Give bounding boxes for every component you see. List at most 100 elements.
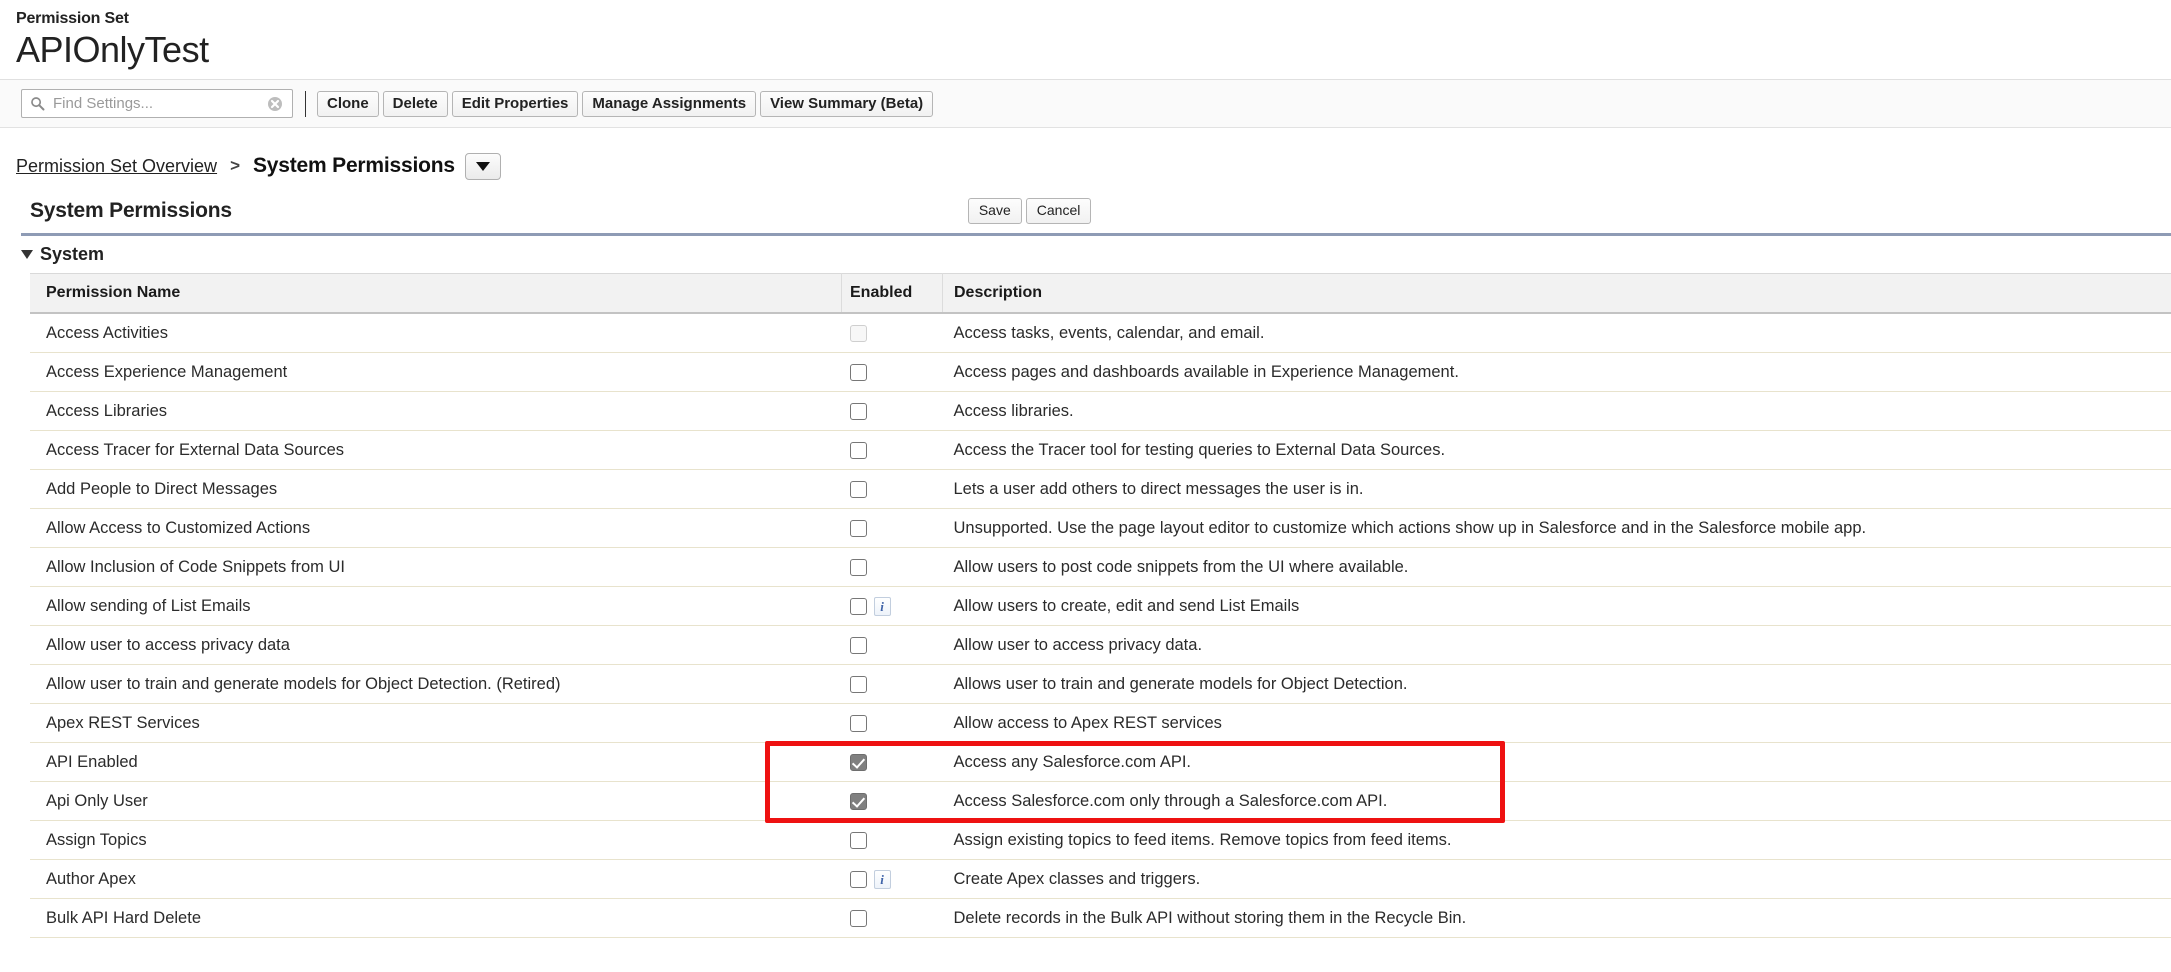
delete-button[interactable]: Delete: [382, 90, 448, 117]
table-row: Allow Access to Customized Actions Unsupp…: [30, 508, 2171, 548]
section-title: System Permissions: [30, 199, 232, 222]
permissions-table-wrap: Permission Name Enabled Description Acce…: [30, 273, 2171, 938]
find-settings-search[interactable]: [21, 89, 293, 118]
permission-name-cell: Access Libraries: [30, 391, 842, 431]
checkbox-wrap: [849, 441, 943, 459]
enabled-checkbox[interactable]: [849, 792, 867, 810]
permission-name-cell: Apex REST Services: [30, 703, 842, 743]
table-row: Access Libraries Access libraries.: [30, 391, 2171, 431]
enabled-cell: [841, 313, 943, 353]
view-summary-beta-button[interactable]: View Summary (Beta): [760, 90, 934, 117]
checkbox-wrap: [849, 324, 943, 342]
permission-name-cell: Allow user to access privacy data: [30, 625, 842, 665]
breadcrumb-separator: >: [230, 156, 240, 175]
clone-button[interactable]: Clone: [317, 90, 379, 117]
permission-name-cell: Author Apex: [30, 859, 842, 899]
search-input[interactable]: [45, 95, 267, 112]
permission-name-cell: Bulk API Hard Delete: [30, 898, 842, 938]
enabled-checkbox[interactable]: [849, 870, 867, 888]
description-cell: Assign existing topics to feed items. Re…: [942, 820, 2171, 860]
column-header-permission-name[interactable]: Permission Name: [30, 273, 842, 314]
enabled-checkbox[interactable]: [849, 558, 867, 576]
enabled-cell: [841, 508, 943, 548]
enabled-checkbox[interactable]: [849, 402, 867, 420]
permission-name-cell: API Enabled: [30, 742, 842, 782]
column-header-description[interactable]: Description: [942, 273, 2171, 314]
permission-name-cell: Allow sending of List Emails: [30, 586, 842, 626]
group-label: System: [40, 244, 105, 264]
description-cell: Allow users to create, edit and send Lis…: [942, 586, 2171, 626]
breadcrumb-current: System Permissions: [253, 154, 455, 177]
toolbar: Clone Delete Edit Properties Manage Assi…: [0, 80, 2171, 128]
table-row: Allow sending of List Emails i Allow users…: [30, 586, 2171, 626]
enabled-checkbox[interactable]: [849, 597, 867, 615]
checkbox-wrap: [849, 519, 943, 537]
description-cell: Access Salesforce.com only through a Sal…: [942, 781, 2171, 821]
enabled-cell: [841, 391, 943, 431]
cancel-button[interactable]: Cancel: [1025, 198, 1092, 224]
enabled-checkbox: [849, 324, 867, 342]
description-cell: Allow user to access privacy data.: [942, 625, 2171, 665]
enabled-cell: [841, 547, 943, 587]
enabled-checkbox[interactable]: [849, 714, 867, 732]
breadcrumb: Permission Set Overview > System Permiss…: [0, 128, 2171, 183]
description-cell: Access pages and dashboards available in…: [942, 352, 2171, 392]
enabled-checkbox[interactable]: [849, 480, 867, 498]
enabled-cell: i: [841, 859, 943, 899]
table-row: Api Only User Access Salesforce.com only …: [30, 781, 2171, 821]
table-body: Access Activities Access tasks, events, c…: [30, 313, 2171, 938]
enabled-cell: [841, 352, 943, 392]
enabled-checkbox[interactable]: [849, 909, 867, 927]
section-actions: Save Cancel: [967, 198, 1096, 224]
column-header-enabled[interactable]: Enabled: [841, 273, 943, 314]
checkbox-wrap: [849, 558, 943, 576]
clear-icon[interactable]: [267, 96, 283, 112]
edit-properties-button[interactable]: Edit Properties: [451, 90, 579, 117]
checkbox-wrap: [849, 792, 943, 810]
table-row: Access Activities Access tasks, events, c…: [30, 313, 2171, 353]
search-icon: [30, 96, 45, 111]
enabled-checkbox[interactable]: [849, 441, 867, 459]
checkbox-wrap: [849, 714, 943, 732]
enabled-checkbox[interactable]: [849, 675, 867, 693]
description-cell: Create Apex classes and triggers.: [942, 859, 2171, 899]
permission-name-cell: Allow Access to Customized Actions: [30, 508, 842, 548]
description-cell: Access any Salesforce.com API.: [942, 742, 2171, 782]
permission-name-cell: Access Experience Management: [30, 352, 842, 392]
breadcrumb-menu-button[interactable]: [464, 152, 501, 180]
permission-name-cell: Access Tracer for External Data Sources: [30, 430, 842, 470]
enabled-checkbox[interactable]: [849, 636, 867, 654]
permission-name-cell: Assign Topics: [30, 820, 842, 860]
description-cell: Allow users to post code snippets from t…: [942, 547, 2171, 587]
checkbox-wrap: [849, 402, 943, 420]
manage-assignments-button[interactable]: Manage Assignments: [582, 90, 757, 117]
enabled-cell: [841, 430, 943, 470]
info-icon[interactable]: i: [873, 596, 891, 616]
section-header: System Permissions Save Cancel: [0, 183, 2171, 224]
permission-name-cell: Allow user to train and generate models …: [30, 664, 842, 704]
permission-name-cell: Add People to Direct Messages: [30, 469, 842, 509]
enabled-cell: [841, 703, 943, 743]
table-row: Author Apex i Create Apex classes and trig…: [30, 859, 2171, 899]
table-row: API Enabled Access any Salesforce.com API…: [30, 742, 2171, 782]
checkbox-wrap: [849, 480, 943, 498]
enabled-checkbox[interactable]: [849, 363, 867, 381]
page-title: APIOnlyTest: [16, 29, 209, 70]
enabled-checkbox[interactable]: [849, 753, 867, 771]
triangle-down-icon: [21, 250, 33, 259]
breadcrumb-link-permission-set-overview[interactable]: Permission Set Overview: [16, 156, 217, 177]
table-row: Allow user to access privacy data Allow u…: [30, 625, 2171, 665]
description-cell: Access the Tracer tool for testing queri…: [942, 430, 2171, 470]
checkbox-wrap: [849, 675, 943, 693]
permissions-table: Permission Name Enabled Description Acce…: [30, 273, 2171, 938]
enabled-checkbox[interactable]: [849, 831, 867, 849]
info-icon[interactable]: i: [873, 869, 891, 889]
table-row: Add People to Direct Messages Lets a user…: [30, 469, 2171, 509]
description-cell: Lets a user add others to direct message…: [942, 469, 2171, 509]
save-button[interactable]: Save: [967, 198, 1022, 224]
checkbox-wrap: [849, 831, 943, 849]
enabled-checkbox[interactable]: [849, 519, 867, 537]
enabled-cell: [841, 781, 943, 821]
group-system[interactable]: System: [0, 236, 2171, 264]
description-cell: Access tasks, events, calendar, and emai…: [942, 313, 2171, 353]
